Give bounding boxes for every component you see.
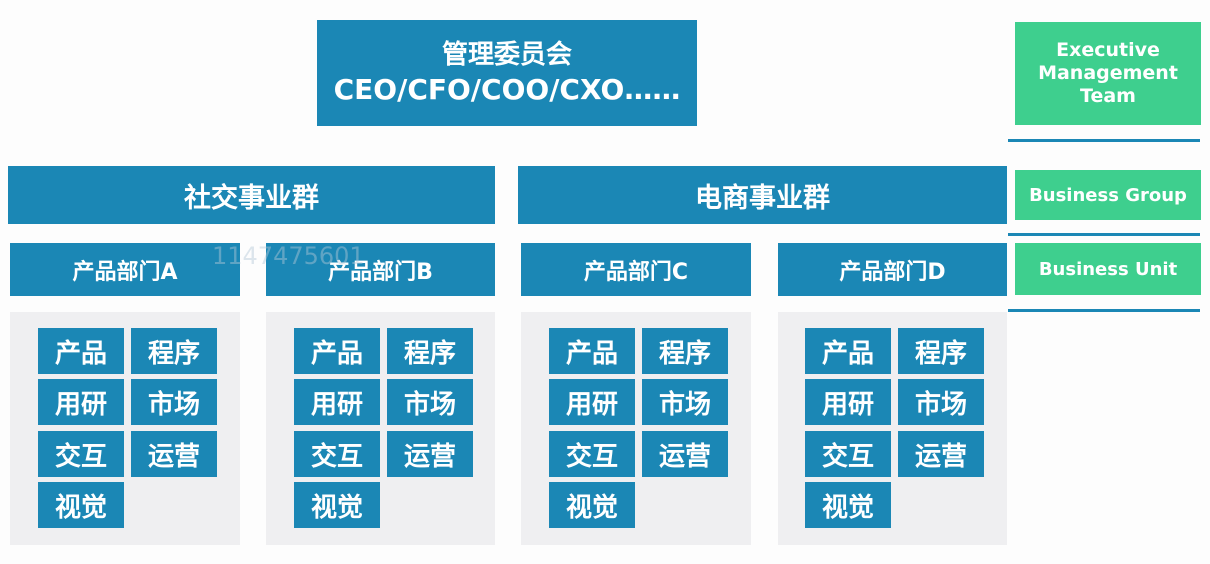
department-c: 产品部门C (521, 243, 751, 296)
function-chip: 程序 (387, 328, 473, 374)
function-chip: 产品 (549, 328, 635, 374)
function-chip: 市场 (642, 379, 728, 425)
function-chip: 用研 (549, 379, 635, 425)
function-chip: 产品 (294, 328, 380, 374)
function-chip: 视觉 (549, 482, 635, 528)
function-chip: 市场 (387, 379, 473, 425)
business-group-label: 社交事业群 (184, 182, 319, 214)
department-a: 产品部门A (10, 243, 240, 296)
department-label: 产品部门A (72, 259, 178, 285)
legend-business-group: Business Group (1015, 170, 1201, 220)
function-chip: 交互 (805, 431, 891, 477)
executive-roles: CEO/CFO/COO/CXO…… (333, 73, 681, 106)
function-chip: 视觉 (805, 482, 891, 528)
function-chip: 市场 (131, 379, 217, 425)
function-chip: 交互 (294, 431, 380, 477)
function-chip: 程序 (898, 328, 984, 374)
legend-business-group-label: Business Group (1029, 184, 1187, 206)
department-b: 产品部门B (266, 243, 495, 296)
function-chip: 视觉 (38, 482, 124, 528)
function-chip: 程序 (642, 328, 728, 374)
function-chip: 市场 (898, 379, 984, 425)
department-label: 产品部门D (839, 259, 946, 285)
org-chart: 管理委员会 CEO/CFO/COO/CXO…… Executive Manage… (0, 0, 1210, 564)
legend-business-unit-label: Business Unit (1038, 258, 1178, 280)
department-d: 产品部门D (778, 243, 1007, 296)
function-chip: 产品 (805, 328, 891, 374)
department-label: 产品部门C (583, 259, 689, 285)
function-chip: 用研 (805, 379, 891, 425)
executive-committee-box: 管理委员会 CEO/CFO/COO/CXO…… (317, 20, 697, 126)
function-chip: 视觉 (294, 482, 380, 528)
business-group-social: 社交事业群 (8, 166, 495, 224)
function-chip: 用研 (294, 379, 380, 425)
business-group-label: 电商事业群 (695, 182, 830, 214)
function-chip: 产品 (38, 328, 124, 374)
function-chip: 用研 (38, 379, 124, 425)
function-chip: 运营 (898, 431, 984, 477)
legend-executive-team-label: Executive Management Team (1038, 39, 1178, 107)
executive-title: 管理委员会 (441, 40, 572, 70)
legend-divider (1008, 233, 1200, 236)
business-group-ecommerce: 电商事业群 (518, 166, 1007, 224)
function-chip: 交互 (38, 431, 124, 477)
legend-business-unit: Business Unit (1015, 243, 1201, 295)
legend-divider (1008, 309, 1200, 312)
function-chip: 程序 (131, 328, 217, 374)
function-chip: 运营 (131, 431, 217, 477)
function-chip: 运营 (642, 431, 728, 477)
legend-executive-team: Executive Management Team (1015, 22, 1201, 125)
function-chip: 交互 (549, 431, 635, 477)
function-chip: 运营 (387, 431, 473, 477)
legend-divider (1008, 139, 1200, 142)
department-label: 产品部门B (328, 259, 433, 285)
